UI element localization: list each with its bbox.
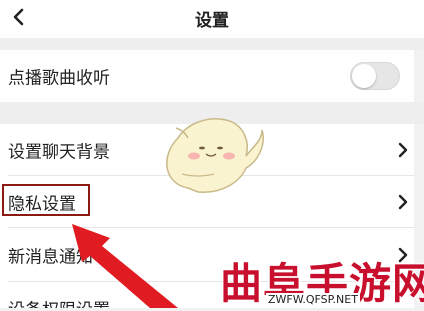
watermark-url: ZWFW.QFSP.NET xyxy=(266,293,360,306)
